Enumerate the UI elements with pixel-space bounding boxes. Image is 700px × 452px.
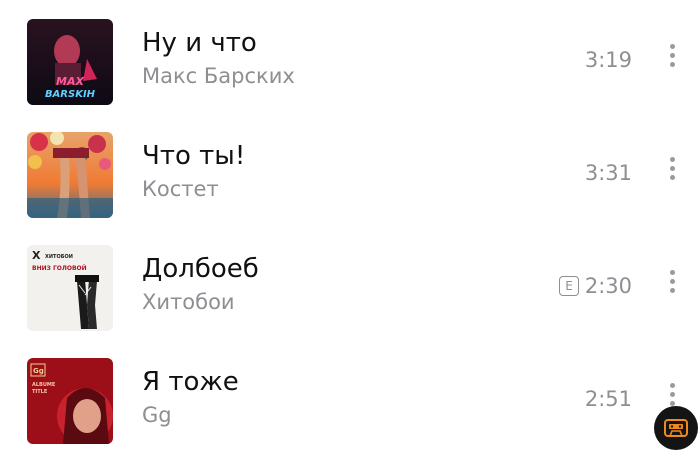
track-row[interactable]: Что ты! Костет 3:31 — [0, 113, 700, 225]
svg-text:TITLE: TITLE — [32, 389, 48, 395]
more-options-icon[interactable] — [662, 44, 682, 74]
track-artist: Костет — [142, 177, 219, 201]
album-cover — [27, 132, 113, 218]
svg-text:ВНИЗ ГОЛОВОЙ: ВНИЗ ГОЛОВОЙ — [32, 264, 87, 272]
track-title: Что ты! — [142, 141, 246, 171]
track-title: Ну и что — [142, 28, 257, 58]
track-row[interactable]: Gg ALBUME TITLE Я тоже Gg 2:51 — [0, 339, 700, 451]
svg-text:Gg: Gg — [33, 367, 44, 375]
cassette-button[interactable] — [654, 406, 698, 450]
track-duration: 3:19 — [584, 48, 632, 72]
more-options-icon[interactable] — [662, 270, 682, 300]
svg-text:МАХ: МАХ — [56, 75, 84, 88]
track-list: МАХ BARSKIH Ну и что Макс Барских 3:19 Ч… — [0, 0, 700, 452]
svg-text:BARSKIH: BARSKIH — [45, 89, 96, 100]
track-artist: Макс Барских — [142, 64, 295, 88]
track-artist: Gg — [142, 403, 172, 427]
album-cover: X ХИТОБОИ ВНИЗ ГОЛОВОЙ — [27, 245, 113, 331]
track-title: Долбоеб — [142, 254, 259, 284]
more-options-icon[interactable] — [662, 157, 682, 187]
explicit-badge: E — [559, 276, 579, 296]
track-row[interactable]: X ХИТОБОИ ВНИЗ ГОЛОВОЙ Долбоеб Хитобои E… — [0, 226, 700, 338]
svg-text:ХИТОБОИ: ХИТОБОИ — [45, 254, 73, 260]
cassette-icon — [664, 419, 688, 437]
svg-text:ALBUME: ALBUME — [32, 382, 56, 388]
album-cover: Gg ALBUME TITLE — [27, 358, 113, 444]
svg-text:X: X — [32, 249, 41, 262]
track-title: Я тоже — [142, 367, 239, 397]
track-artist: Хитобои — [142, 290, 235, 314]
album-cover: МАХ BARSKIH — [27, 19, 113, 105]
track-row[interactable]: МАХ BARSKIH Ну и что Макс Барских 3:19 — [0, 0, 700, 112]
track-duration: 2:30 — [584, 274, 632, 298]
track-duration: 3:31 — [584, 161, 632, 185]
track-duration: 2:51 — [584, 387, 632, 411]
